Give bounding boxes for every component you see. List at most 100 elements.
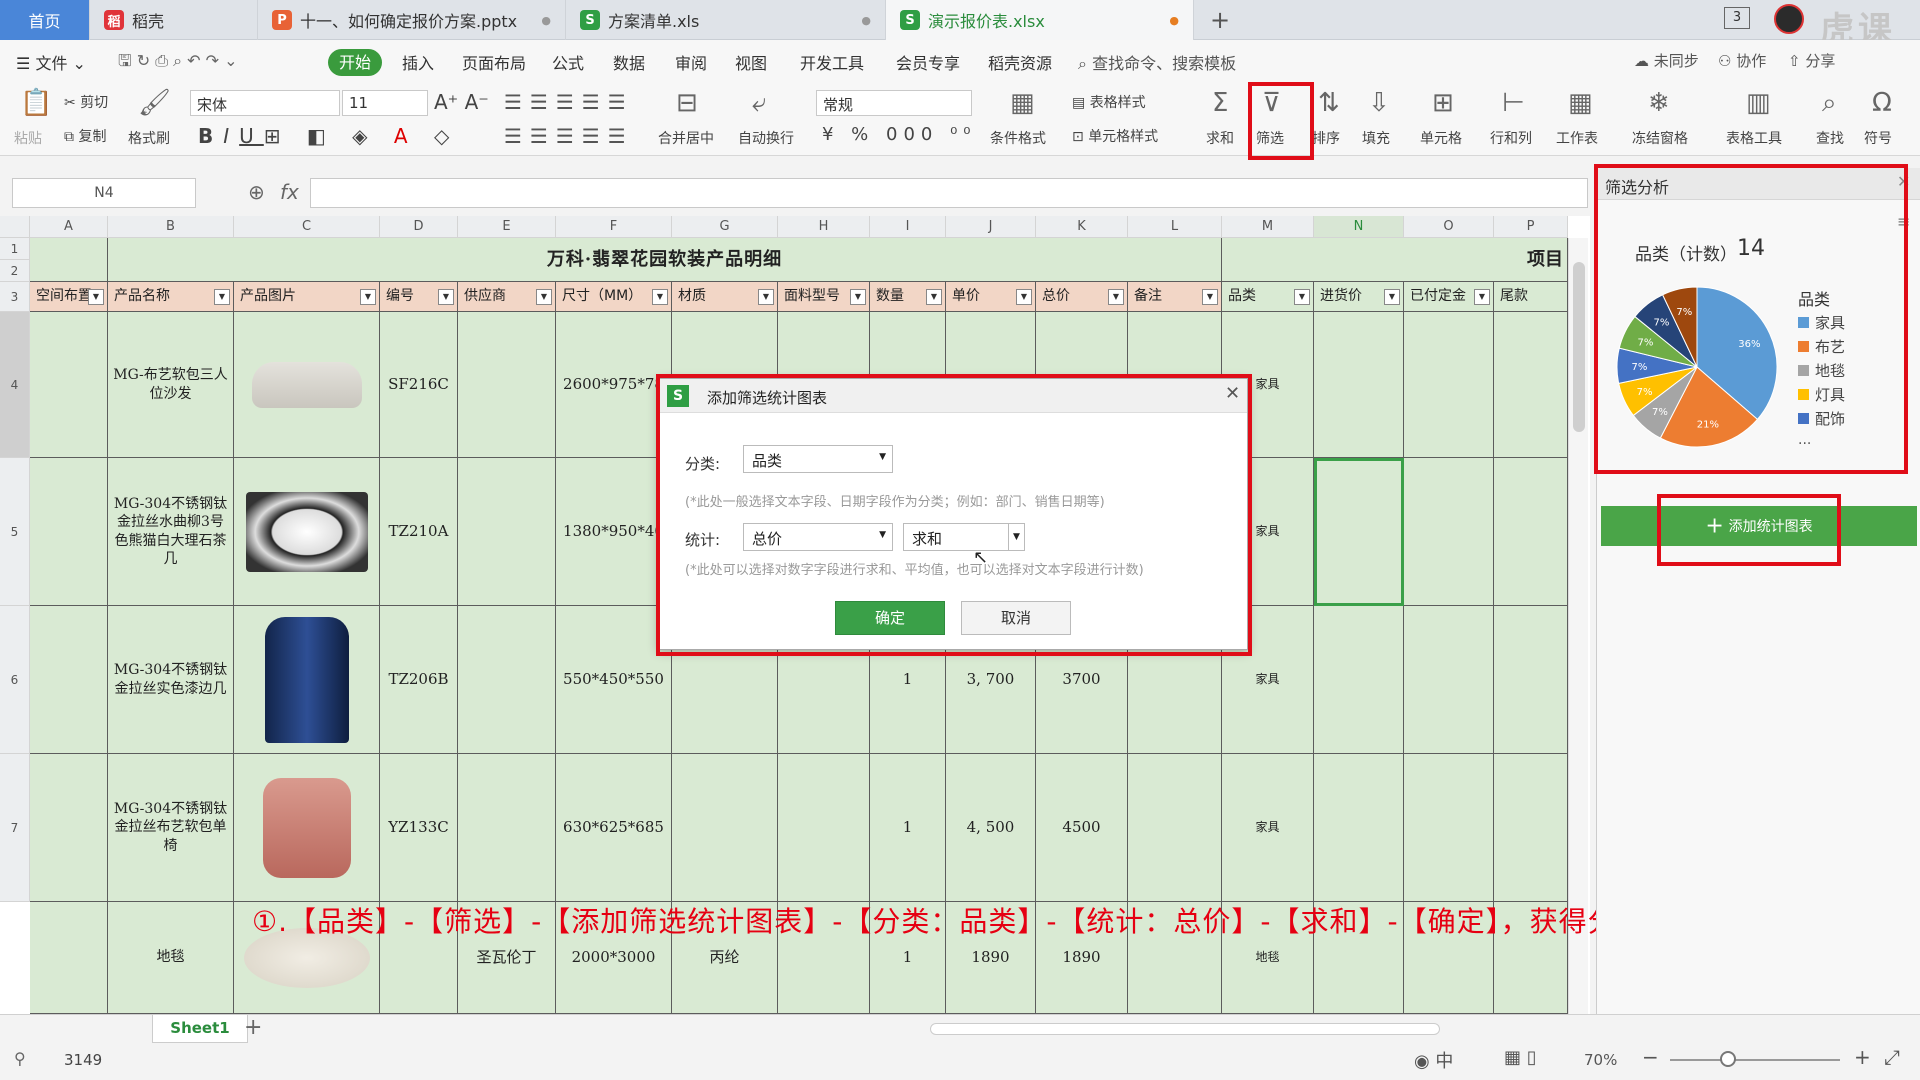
header-cell-9[interactable]: 数量 ▼ [870, 282, 946, 312]
cell-size[interactable]: 630*625*685 [556, 754, 672, 902]
cell-qty[interactable]: 1 [870, 754, 946, 902]
fullscreen-icon[interactable]: ⤢ [1884, 1045, 1900, 1069]
conditional-format-icon[interactable]: ▦ [1010, 90, 1035, 116]
cell-fabric[interactable] [778, 754, 870, 902]
column-header[interactable]: L [1128, 216, 1222, 238]
column-header[interactable]: O [1404, 216, 1494, 238]
filter-dropdown-icon[interactable]: ▼ [536, 289, 552, 305]
cell-deposit[interactable] [1404, 458, 1494, 606]
tab-daoke[interactable]: 稻 稻壳 [90, 0, 258, 40]
menu-view[interactable]: 视图 [735, 50, 767, 74]
cell-product-name[interactable]: MG-304不锈钢钛金拉丝实色漆边几 [108, 606, 234, 754]
filter-dropdown-icon[interactable]: ▼ [850, 289, 866, 305]
filter-dropdown-icon[interactable]: ▼ [1384, 289, 1400, 305]
header-cell-3[interactable]: 产品图片 ▼ [234, 282, 380, 312]
paste-icon[interactable]: 📋 [20, 90, 52, 116]
menu-member[interactable]: 会员专享 [896, 50, 960, 74]
header-cell-11[interactable]: 总价 ▼ [1036, 282, 1128, 312]
number-format-icons[interactable]: ¥ % 000 ⁰⁰ [822, 124, 977, 145]
symbol-button[interactable]: 符号 [1864, 128, 1892, 148]
filter-dropdown-icon[interactable]: ▼ [1474, 289, 1490, 305]
tab-xls[interactable]: S 方案清单.xls ● [566, 0, 886, 40]
row-header[interactable]: 7 [0, 754, 30, 902]
font-size-select[interactable]: 11 [342, 90, 428, 116]
find-button[interactable]: 查找 [1816, 128, 1844, 148]
cell-deposit[interactable] [1404, 606, 1494, 754]
share-button[interactable]: ⇧ 分享 [1788, 50, 1835, 71]
cell-deposit[interactable] [1404, 312, 1494, 458]
menu-start[interactable]: 开始 [328, 49, 382, 76]
name-box[interactable]: N4 [12, 178, 196, 208]
table-tools-icon[interactable]: ▥ [1746, 90, 1771, 116]
column-header[interactable]: M [1222, 216, 1314, 238]
new-tab-icon[interactable]: + [1210, 6, 1230, 34]
symbol-icon[interactable]: Ω [1872, 90, 1892, 116]
cell-deposit[interactable] [1404, 754, 1494, 902]
cell-note[interactable] [1128, 754, 1222, 902]
zoom-slider-thumb[interactable] [1720, 1051, 1736, 1067]
cell-code[interactable]: TZ206B [380, 606, 458, 754]
menu-data[interactable]: 数据 [613, 50, 645, 74]
worksheet-icon[interactable]: ▦ [1568, 90, 1593, 116]
column-header[interactable]: C [234, 216, 380, 238]
selected-cell-n4[interactable] [1314, 458, 1404, 606]
format-painter-icon[interactable]: 🖌 [138, 90, 171, 116]
avatar[interactable] [1774, 4, 1804, 34]
cell-space[interactable] [30, 606, 108, 754]
header-cell-10[interactable]: 单价 ▼ [946, 282, 1036, 312]
sum-icon[interactable]: Σ [1212, 90, 1228, 116]
select-all-corner[interactable] [0, 216, 30, 238]
cell-product-image[interactable] [234, 312, 380, 458]
format-painter-button[interactable]: 格式刷 [128, 128, 170, 148]
worksheet-button[interactable]: 工作表 [1556, 128, 1598, 148]
cut-button[interactable]: ✂ 剪切 [64, 92, 108, 112]
cell-a1[interactable] [30, 238, 108, 282]
eye-protect-icon[interactable]: ◉ 中 [1414, 1047, 1453, 1073]
cell-product-name[interactable]: MG-304不锈钢钛金拉丝水曲柳3号色熊猫白大理石茶几 [108, 458, 234, 606]
wrap-icon[interactable]: ⤶ [752, 90, 767, 116]
zoom-slider[interactable] [1670, 1059, 1840, 1061]
font-name-select[interactable]: 宋体 [190, 90, 340, 116]
header-cell-12[interactable]: 备注 ▼ [1128, 282, 1222, 312]
column-header[interactable]: P [1494, 216, 1568, 238]
column-header[interactable]: B [108, 216, 234, 238]
header-cell-2[interactable]: 产品名称 ▼ [108, 282, 234, 312]
filter-dropdown-icon[interactable]: ▼ [652, 289, 668, 305]
cell-icon[interactable]: ⊞ [1432, 90, 1454, 116]
menu-review[interactable]: 审阅 [675, 50, 707, 74]
view-mode-icons[interactable]: ▦ ▯ [1504, 1047, 1537, 1068]
cell-supplier[interactable] [458, 458, 556, 606]
cell-balance[interactable] [1494, 754, 1568, 902]
freeze-panes-button[interactable]: 冻结窗格 [1632, 128, 1688, 148]
filter-dropdown-icon[interactable]: ▼ [88, 289, 104, 305]
column-header[interactable]: F [556, 216, 672, 238]
cell-product-image[interactable] [234, 458, 380, 606]
zoom-in-icon[interactable]: + [1854, 1045, 1871, 1069]
number-format-select[interactable]: 常规 [816, 90, 972, 116]
header-cell-1[interactable]: 空间布置 ▼ [30, 282, 108, 312]
header-cell-8[interactable]: 面料型号 ▼ [778, 282, 870, 312]
column-header[interactable]: A [30, 216, 108, 238]
cell-space[interactable] [30, 754, 108, 902]
cell-size[interactable]: 2600*975*78 [556, 312, 672, 458]
row-header[interactable]: 3 [0, 282, 30, 312]
zoom-formula-icon[interactable]: ⊕ [248, 180, 265, 204]
cell-balance[interactable] [1494, 312, 1568, 458]
row-col-icon[interactable]: ⊢ [1502, 90, 1525, 116]
cell-code[interactable]: YZ133C [380, 754, 458, 902]
filter-dropdown-icon[interactable]: ▼ [926, 289, 942, 305]
horizontal-scrollbar[interactable] [930, 1023, 1440, 1035]
formula-input[interactable] [310, 178, 1588, 208]
filter-dropdown-icon[interactable]: ▼ [1294, 289, 1310, 305]
freeze-icon[interactable]: ❄ [1648, 90, 1670, 116]
zoom-level[interactable]: 70% [1584, 1051, 1617, 1069]
merge-center-button[interactable]: 合并居中 [658, 128, 714, 148]
menu-insert[interactable]: 插入 [402, 50, 434, 74]
sheet-tab[interactable]: Sheet1 [152, 1015, 248, 1043]
tab-home[interactable]: 首页 [0, 0, 90, 40]
cell-space[interactable] [30, 312, 108, 458]
tab-pptx[interactable]: P 十一、如何确定报价方案.pptx ● [258, 0, 566, 40]
filter-dropdown-icon[interactable]: ▼ [758, 289, 774, 305]
cell-total[interactable]: 4500 [1036, 754, 1128, 902]
cell-balance[interactable] [1494, 458, 1568, 606]
